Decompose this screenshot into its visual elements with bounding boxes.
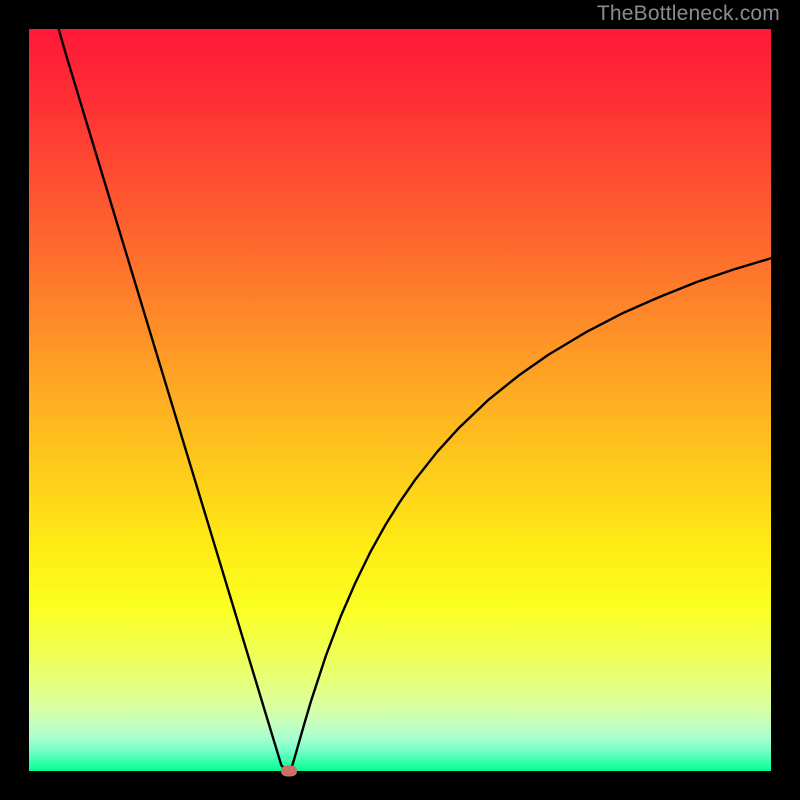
chart-background xyxy=(29,29,771,771)
optimum-marker xyxy=(281,766,297,777)
chart-plot-area xyxy=(29,29,771,771)
watermark-text: TheBottleneck.com xyxy=(597,2,780,26)
outer-frame: TheBottleneck.com xyxy=(0,0,800,800)
chart-svg xyxy=(29,29,771,771)
